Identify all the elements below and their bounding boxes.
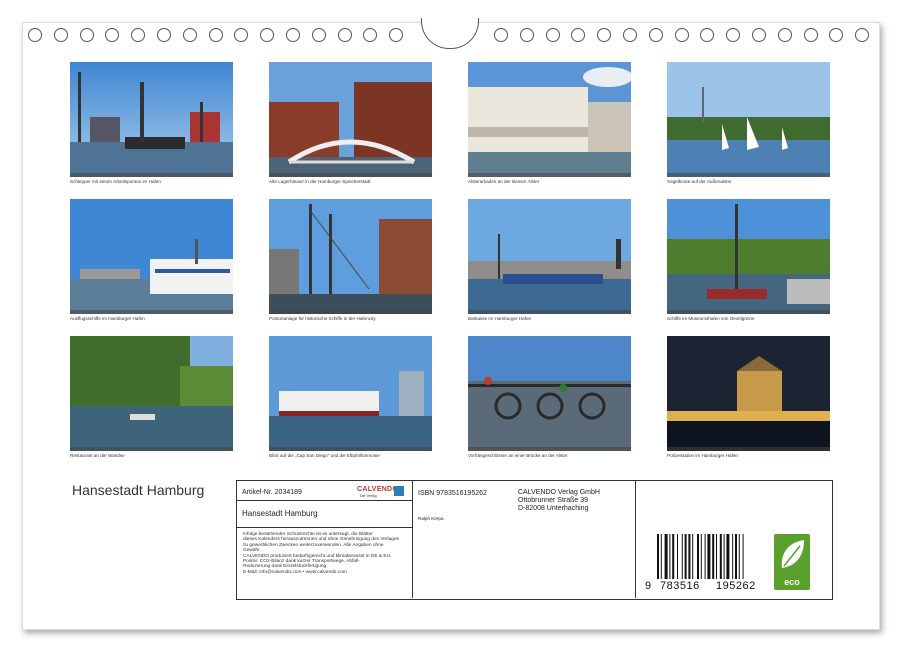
photo-caption-3: Alsterarkaden an der kleinen Alster — [468, 179, 540, 184]
photo-thumb-9 — [70, 336, 233, 451]
binding-ring — [829, 28, 844, 42]
binding-ring — [571, 28, 586, 42]
binding-ring — [803, 28, 818, 42]
leaf-icon — [781, 540, 804, 568]
photo-thumb-5 — [70, 199, 233, 314]
photo-thumb-10 — [269, 336, 432, 451]
binding-ring — [726, 28, 741, 42]
binding-ring — [519, 28, 534, 42]
photo-thumb-1 — [70, 62, 233, 177]
binding-ring — [623, 28, 637, 42]
binding-ring — [131, 28, 146, 42]
barcode — [657, 534, 744, 579]
photo-thumb-11 — [468, 336, 631, 451]
binding-ring — [311, 28, 326, 42]
binding-ring — [777, 28, 792, 42]
photo-thumb-8 — [667, 199, 830, 314]
calvendo-tagline: Der Verlag — [360, 494, 377, 498]
binding-ring — [545, 28, 560, 42]
binding-ring — [363, 28, 378, 42]
photo-caption-10: Blick auf die „Cap San Diego“ und die El… — [269, 453, 380, 458]
photo-caption-9: Restaurant an der Wandse — [70, 453, 125, 458]
photo-thumb-3 — [468, 62, 631, 177]
photo-caption-4: Segelboote auf der Außenalster — [667, 179, 732, 184]
calendar-title: Hansestadt Hamburg — [72, 482, 205, 498]
photo-caption-7: Barkasse im Hamburger Hafen — [468, 316, 532, 321]
eco-label: eco — [784, 577, 800, 587]
binding-ring — [260, 28, 275, 42]
photo-thumb-7 — [468, 199, 631, 314]
binding-ring — [157, 28, 171, 42]
photo-thumb-6 — [269, 199, 432, 314]
photo-caption-12: Polizeistation im Hamburger Hafen — [667, 453, 738, 458]
binding-ring — [286, 28, 300, 42]
binding-ring — [752, 28, 766, 42]
photo-thumb-12 — [667, 336, 830, 451]
author: Ralph Kerpa — [418, 516, 444, 521]
eco-badge: eco — [774, 534, 810, 590]
binding-ring — [674, 28, 689, 42]
binding-ring — [182, 28, 197, 42]
photo-caption-5: Ausflugsschiffe im Hamburger Hafen — [70, 316, 145, 321]
binding-ring — [700, 28, 715, 42]
binding-ring — [208, 28, 223, 42]
binding-ring — [105, 28, 120, 42]
binding-ring — [855, 28, 870, 42]
legal-text: Infolge bestehender Schutzrechte ist es … — [243, 532, 400, 575]
photo-thumb-2 — [269, 62, 432, 177]
barcode-digits-right: 195262 — [716, 580, 756, 592]
binding-ring — [53, 28, 68, 42]
photo-caption-11: Vorhängeschlösser an einer Brücke an der… — [468, 453, 568, 458]
binding-ring — [597, 28, 612, 42]
publisher-address: CALVENDO Verlag GmbH Ottobrunner Straße … — [518, 489, 600, 512]
binding-ring — [494, 28, 508, 42]
isbn: ISBN 9783516195262 — [418, 490, 487, 497]
calvendo-logo-mark — [394, 486, 404, 496]
photo-caption-2: Alte Lagerhäuser in der Hamburger Speich… — [269, 179, 371, 184]
binding-ring — [234, 28, 249, 42]
binding-ring — [337, 28, 352, 42]
calvendo-logo: CALVENDO — [357, 486, 399, 493]
binding-ring — [648, 28, 663, 42]
binding-ring — [79, 28, 94, 42]
barcode-digits-left: 783516 — [660, 580, 700, 592]
binding-ring — [389, 28, 404, 42]
photo-caption-6: Pontonanlage für historische Schiffe in … — [269, 316, 376, 321]
binding-ring — [28, 28, 42, 42]
article-number: Artikel-Nr. 2034189 — [242, 489, 302, 496]
photo-thumb-4 — [667, 62, 830, 177]
barcode-digit-first: 9 — [645, 580, 652, 592]
photo-caption-1: Schlepper mit einem Arbeitsponton im Haf… — [70, 179, 161, 184]
photo-caption-8: Schiffe im Museumshafen von Oevelgönne — [667, 316, 755, 321]
info-title: Hansestadt Hamburg — [242, 509, 318, 518]
